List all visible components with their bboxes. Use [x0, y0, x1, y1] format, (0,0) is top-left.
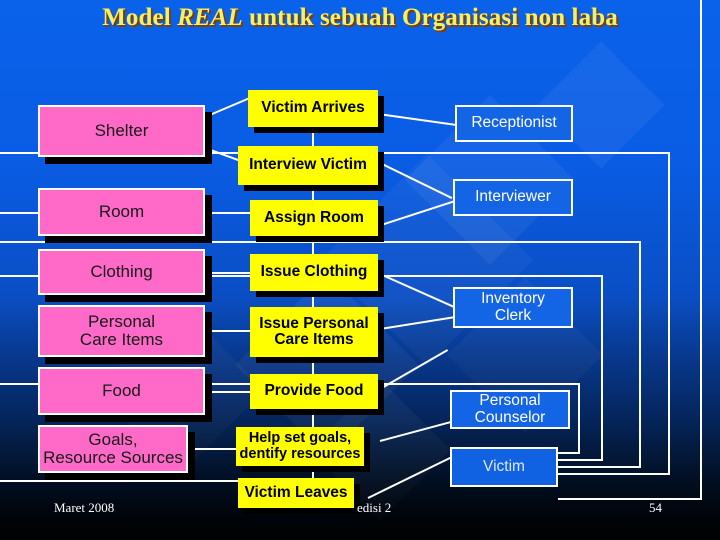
resource-box-food[interactable]: Food — [38, 367, 205, 415]
event-label-line2: Care Items — [274, 331, 354, 348]
event-label: Interview Victim — [249, 156, 367, 174]
connector-interviewer-return-bottom — [558, 466, 641, 468]
resource-box-shelter[interactable]: Shelter — [38, 105, 205, 157]
connector-left-rail-bottom — [0, 480, 252, 482]
agent-box-receptionist[interactable]: Receptionist — [455, 105, 573, 142]
agent-box-inventory-clerk[interactable]: Inventory Clerk — [453, 287, 573, 328]
event-box-assign-room[interactable]: Assign Room — [250, 200, 378, 236]
connector-issuepersonal-providefood — [312, 357, 314, 374]
event-label-line1: Help set goals, — [248, 430, 352, 447]
connector-far-right-bottom — [558, 498, 702, 500]
connector-interviewer-return-vert — [639, 241, 641, 467]
event-label: Issue Clothing — [260, 263, 368, 281]
agent-label: Interviewer — [475, 188, 551, 206]
agent-label-line2: Counselor — [474, 408, 546, 426]
connector-inventory-return-bottom — [558, 459, 603, 461]
connector-counselor-return-vert — [578, 383, 580, 453]
connector-personalcare-issuepersonal — [205, 330, 253, 332]
connector-counselor-return-bottom — [558, 452, 580, 454]
connector-interviewer-return-top — [0, 241, 641, 243]
connector-receptionist-return-bottom — [558, 473, 670, 475]
connector-assign-issueclothing — [312, 236, 314, 254]
event-box-interview-victim[interactable]: Interview Victim — [238, 146, 378, 185]
event-label: Victim Arrives — [261, 99, 365, 117]
event-box-provide-food[interactable]: Provide Food — [250, 374, 378, 409]
resource-box-room[interactable]: Room — [38, 188, 205, 236]
resource-box-goals-resource-sources[interactable]: Goals, Resource Sources — [38, 425, 188, 473]
event-label: Provide Food — [264, 382, 364, 400]
slide-canvas: Model REAL untuk sebuah Organisasi non l… — [0, 0, 720, 540]
connector-left-rail-room — [0, 212, 40, 214]
footer-page-number: 54 — [649, 500, 662, 515]
agent-box-personal-counselor[interactable]: Personal Counselor — [450, 390, 570, 429]
connector-helpgoals-victimleaves — [312, 466, 314, 478]
agent-box-victim[interactable]: Victim — [450, 447, 558, 487]
agent-label-line2: Clerk — [494, 306, 532, 324]
agent-label-line1: Personal — [479, 392, 541, 410]
event-label-line1: Issue Personal — [259, 314, 369, 332]
event-box-issue-clothing[interactable]: Issue Clothing — [250, 254, 378, 291]
resource-label-line1: Goals, — [88, 429, 138, 449]
resource-label-line2: Resource Sources — [43, 448, 183, 467]
connector-arrives-interview — [312, 127, 314, 146]
agent-label: Receptionist — [471, 114, 557, 132]
agent-label: Victim — [483, 457, 525, 475]
connector-providefood-helpgoals — [312, 409, 314, 427]
agent-box-interviewer[interactable]: Interviewer — [453, 179, 573, 216]
connector-room-assignroom — [205, 212, 253, 214]
agent-label-line1: Inventory — [481, 290, 545, 308]
connector-inventory-return-vert — [601, 275, 603, 460]
footer-date: Maret 2008 — [54, 500, 115, 515]
connector-issueclothing-issuepersonal — [312, 291, 314, 307]
connector-interview-assign — [312, 185, 314, 200]
resource-label-line2: Care Items — [79, 330, 164, 349]
resource-label: Food — [102, 380, 141, 400]
connector-food-providefood — [205, 391, 253, 393]
connector-receptionist-return-vert — [668, 152, 670, 474]
resource-box-clothing[interactable]: Clothing — [38, 249, 205, 295]
resource-box-personal-care-items[interactable]: Personal Care Items — [38, 305, 205, 357]
resource-label-line1: Personal — [87, 311, 156, 331]
connector-clothing-issueclothing — [205, 272, 253, 274]
event-box-help-set-goals[interactable]: Help set goals, dentify resources — [236, 427, 364, 466]
footer-edition: edisi 2 — [357, 500, 392, 515]
event-box-victim-arrives[interactable]: Victim Arrives — [248, 90, 378, 127]
connector-goals-helpsetgoals — [188, 448, 236, 450]
event-label: Victim Leaves — [244, 483, 348, 501]
event-label: Assign Room — [264, 208, 364, 226]
connector-far-right-vert — [700, 0, 702, 500]
resource-label: Shelter — [94, 120, 149, 140]
resource-label: Room — [98, 201, 145, 221]
event-box-victim-leaves[interactable]: Victim Leaves — [238, 478, 354, 508]
event-box-issue-personal-care-items[interactable]: Issue Personal Care Items — [250, 307, 378, 357]
resource-label: Clothing — [90, 261, 153, 281]
event-label-line2: dentify resources — [239, 445, 361, 462]
